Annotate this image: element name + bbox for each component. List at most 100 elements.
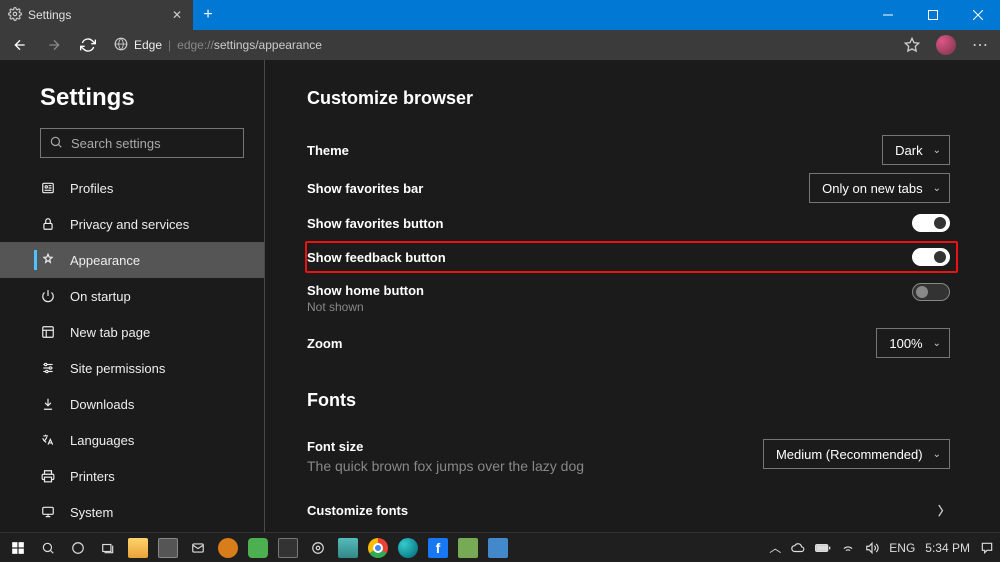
app-icon-4[interactable] (336, 536, 360, 560)
home-button-toggle[interactable] (912, 283, 950, 301)
app-icon-6[interactable] (486, 536, 510, 560)
tab-title: Settings (28, 8, 71, 22)
search-taskbar-icon[interactable] (36, 536, 60, 560)
search-input[interactable]: Search settings (40, 128, 244, 158)
maximize-button[interactable] (910, 0, 955, 30)
zoom-value: 100% (889, 336, 922, 351)
font-size-row: Font size The quick brown fox jumps over… (307, 433, 950, 478)
address-app-label: Edge (134, 38, 162, 52)
store-icon[interactable] (156, 536, 180, 560)
favorites-bar-value: Only on new tabs (822, 181, 922, 196)
appearance-icon (40, 252, 56, 268)
back-button[interactable] (6, 31, 34, 59)
edge-taskbar-icon[interactable] (396, 536, 420, 560)
start-button[interactable] (6, 536, 30, 560)
zoom-row: Zoom 100%⌄ (307, 324, 950, 362)
refresh-button[interactable] (74, 31, 102, 59)
tray-chevron-icon[interactable]: ︿ (769, 539, 781, 556)
gear-icon (8, 7, 22, 24)
favorites-button-toggle[interactable] (912, 214, 950, 232)
printer-icon (40, 468, 56, 484)
app-icon-2[interactable] (246, 536, 270, 560)
chrome-icon[interactable] (366, 536, 390, 560)
font-size-value: Medium (Recommended) (776, 447, 923, 462)
volume-icon[interactable] (865, 541, 879, 555)
theme-dropdown[interactable]: Dark⌄ (882, 135, 950, 165)
cortana-icon[interactable] (66, 536, 90, 560)
close-window-button[interactable] (955, 0, 1000, 30)
browser-tab[interactable]: Settings ✕ (0, 0, 193, 30)
url-scheme: edge:// (177, 38, 214, 52)
font-size-dropdown[interactable]: Medium (Recommended)⌄ (763, 439, 950, 469)
close-tab-icon[interactable]: ✕ (169, 7, 185, 23)
customize-fonts-link[interactable]: Customize fonts 〉 (307, 488, 950, 532)
theme-label: Theme (307, 143, 349, 158)
forward-button[interactable] (40, 31, 68, 59)
tray-language[interactable]: ENG (889, 541, 915, 555)
theme-row: Theme Dark⌄ (307, 131, 950, 169)
address-bar[interactable]: Edge | edge://settings/appearance (108, 33, 892, 57)
favorites-bar-dropdown[interactable]: Only on new tabs⌄ (809, 173, 950, 203)
tray-time[interactable]: 5:34 PM (925, 541, 970, 555)
sidebar-item-appearance[interactable]: Appearance (0, 242, 264, 278)
settings-taskbar-icon[interactable] (306, 536, 330, 560)
sidebar-item-label: New tab page (70, 325, 150, 340)
sidebar-item-label: Privacy and services (70, 217, 189, 232)
sidebar-item-languages[interactable]: Languages (0, 422, 264, 458)
profile-icon (40, 180, 56, 196)
address-separator: | (168, 38, 171, 52)
edge-icon (114, 37, 128, 54)
sidebar-item-profiles[interactable]: Profiles (0, 170, 264, 206)
settings-main: Customize browser Theme Dark⌄ Show favor… (265, 60, 1000, 532)
sidebar-item-sitepermissions[interactable]: Site permissions (0, 350, 264, 386)
system-tray: ︿ ENG 5:34 PM (769, 539, 994, 556)
battery-icon[interactable] (815, 542, 831, 554)
file-explorer-icon[interactable] (126, 536, 150, 560)
app-icon-5[interactable] (456, 536, 480, 560)
sidebar-item-label: Languages (70, 433, 134, 448)
more-menu-icon[interactable]: ⋯ (966, 31, 994, 59)
download-icon (40, 396, 56, 412)
mail-icon[interactable] (186, 536, 210, 560)
chevron-down-icon: ⌄ (933, 338, 941, 349)
minimize-button[interactable] (865, 0, 910, 30)
sidebar-item-label: Downloads (70, 397, 134, 412)
title-bar: Settings ✕ + (0, 0, 1000, 30)
app-icon-1[interactable] (216, 536, 240, 560)
sidebar-item-downloads[interactable]: Downloads (0, 386, 264, 422)
sidebar-item-privacy[interactable]: Privacy and services (0, 206, 264, 242)
wifi-icon[interactable] (841, 541, 855, 555)
system-icon (40, 504, 56, 520)
sidebar-item-startup[interactable]: On startup (0, 278, 264, 314)
browser-toolbar: Edge | edge://settings/appearance ⋯ (0, 30, 1000, 60)
new-tab-button[interactable]: + (193, 0, 223, 30)
app-icon-3[interactable] (276, 536, 300, 560)
grid-icon (40, 324, 56, 340)
sidebar-item-label: Profiles (70, 181, 113, 196)
feedback-button-label: Show feedback button (307, 250, 446, 265)
feedback-button-toggle[interactable] (912, 248, 950, 266)
favorites-button-row: Show favorites button (307, 207, 950, 239)
home-button-sublabel: Not shown (307, 300, 424, 314)
favorite-star-icon[interactable] (898, 31, 926, 59)
onedrive-icon[interactable] (791, 541, 805, 555)
chevron-down-icon: ⌄ (933, 145, 941, 156)
font-size-preview: The quick brown fox jumps over the lazy … (307, 458, 584, 474)
sidebar-item-newtab[interactable]: New tab page (0, 314, 264, 350)
sidebar-item-label: Site permissions (70, 361, 165, 376)
sidebar-item-label: System (70, 505, 113, 520)
profile-avatar[interactable] (932, 31, 960, 59)
search-placeholder: Search settings (71, 136, 161, 151)
favorites-bar-label: Show favorites bar (307, 181, 423, 196)
sidebar-item-label: Printers (70, 469, 115, 484)
zoom-dropdown[interactable]: 100% ⌄ (876, 328, 950, 358)
sliders-icon (40, 360, 56, 376)
sidebar-item-printers[interactable]: Printers (0, 458, 264, 494)
sidebar-item-system[interactable]: System (0, 494, 264, 530)
windows-taskbar: f ︿ ENG 5:34 PM (0, 532, 1000, 562)
action-center-icon[interactable] (980, 541, 994, 555)
facebook-icon[interactable]: f (426, 536, 450, 560)
sidebar-item-label: On startup (70, 289, 131, 304)
home-button-row: Show home button Not shown (307, 275, 950, 318)
task-view-icon[interactable] (96, 536, 120, 560)
